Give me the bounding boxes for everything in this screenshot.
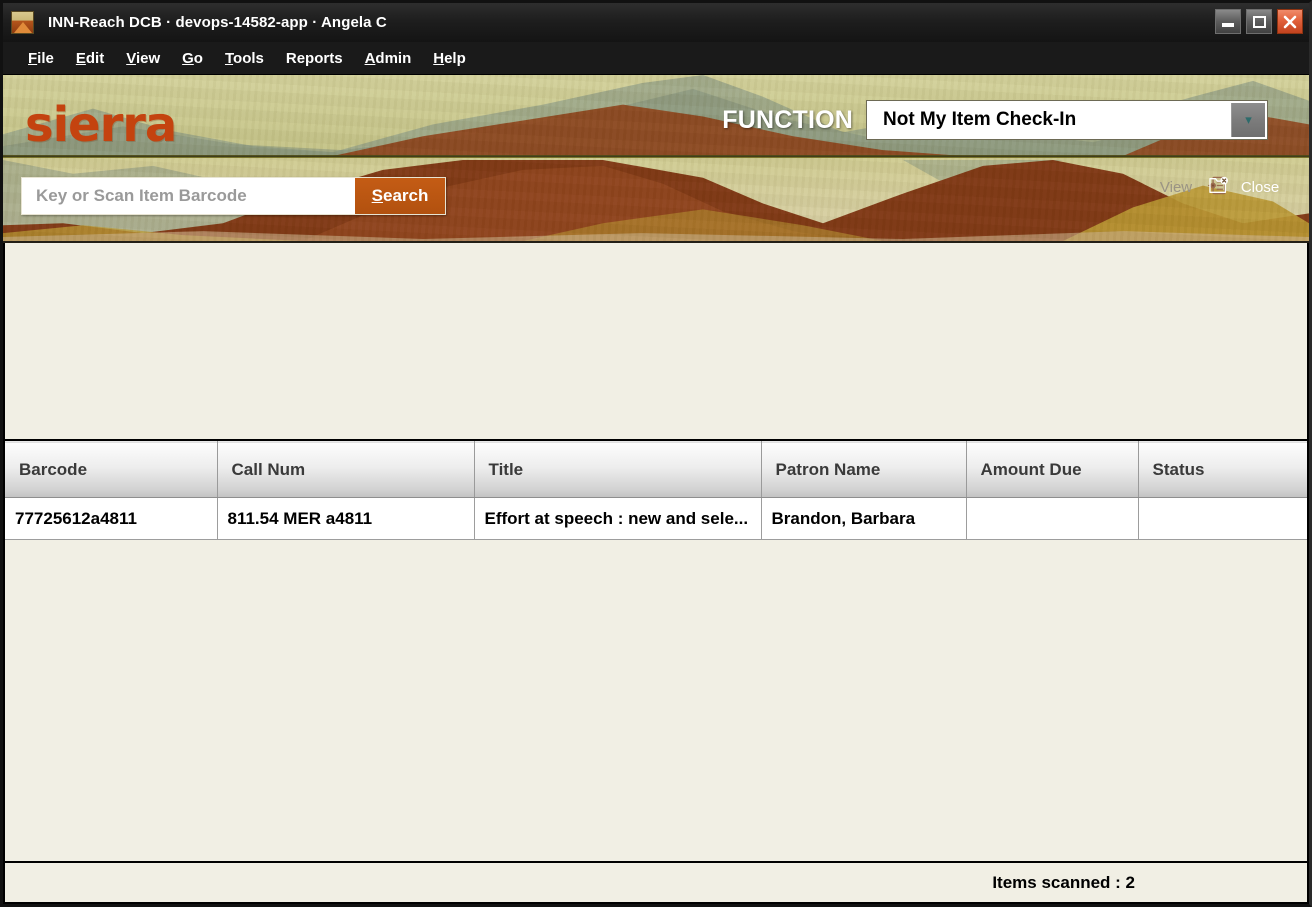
sierra-banner: sierra FUNCTION Not My Item Check-In ▾ S… xyxy=(3,75,1309,243)
mountain-landscape-graphic xyxy=(3,75,1309,241)
close-tool-button[interactable]: Close xyxy=(1209,175,1287,196)
column-header-call-num[interactable]: Call Num xyxy=(217,441,475,498)
sierra-logo: sierra xyxy=(25,97,177,153)
table-row[interactable]: 77725612a4811 811.54 MER a4811 Effort at… xyxy=(5,497,1307,540)
minimize-button[interactable] xyxy=(1215,9,1241,34)
menu-label-reports: Reports xyxy=(285,49,343,67)
close-icon xyxy=(1283,15,1297,28)
menu-item-go[interactable]: Go xyxy=(171,46,214,71)
menu-label-file-rest: ile xyxy=(37,49,54,67)
banner-divider xyxy=(3,155,1309,158)
search-input[interactable] xyxy=(22,178,355,214)
search-bar: Search xyxy=(21,177,446,215)
function-selector-area: FUNCTION Not My Item Check-In ▾ xyxy=(722,101,1267,139)
search-button[interactable]: Search xyxy=(355,178,445,214)
menu-label-admin-rest: dmin xyxy=(375,49,412,67)
window-title: INN-Reach DCB · devops-14582-app · Angel… xyxy=(48,14,387,31)
menu-label-view-rest: iew xyxy=(135,49,161,67)
banner-toolbar: View Close xyxy=(1149,175,1287,196)
folder-close-icon xyxy=(1209,176,1229,193)
menu-item-admin[interactable]: Admin xyxy=(354,46,423,71)
table-header-row: Barcode Call Num Title Patron Name Amoun… xyxy=(5,441,1307,498)
menu-label-go-rest: o xyxy=(193,49,203,67)
column-header-barcode[interactable]: Barcode xyxy=(5,441,218,498)
close-button[interactable] xyxy=(1277,9,1303,34)
application-window: INN-Reach DCB · devops-14582-app · Angel… xyxy=(0,0,1312,907)
column-header-status[interactable]: Status xyxy=(1138,441,1307,498)
maximize-button[interactable] xyxy=(1246,9,1272,34)
cell-amount-due xyxy=(966,497,1139,540)
mountain-icon xyxy=(11,11,34,34)
menu-item-tools[interactable]: Tools xyxy=(214,46,275,71)
menu-item-view[interactable]: View xyxy=(115,46,171,71)
upper-blank-panel xyxy=(5,243,1307,441)
cell-call-num: 811.54 MER a4811 xyxy=(217,497,475,540)
window-controls xyxy=(1215,9,1303,34)
scanned-items-table-container: Barcode Call Num Title Patron Name Amoun… xyxy=(5,441,1307,862)
menu-label-edit-rest: dit xyxy=(85,49,105,67)
menu-item-file[interactable]: File xyxy=(17,46,65,71)
menu-label-help-rest: elp xyxy=(444,49,466,67)
function-label: FUNCTION xyxy=(722,105,853,134)
column-header-patron-name[interactable]: Patron Name xyxy=(761,441,967,498)
function-dropdown[interactable]: Not My Item Check-In ▾ xyxy=(867,101,1267,139)
maximize-icon xyxy=(1252,15,1266,28)
menu-item-edit[interactable]: Edit xyxy=(65,46,115,71)
menu-label-tools-rest: ools xyxy=(233,49,264,67)
cell-patron-name: Brandon, Barbara xyxy=(761,497,967,540)
menu-bar: File Edit View Go Tools Reports Admin He… xyxy=(3,42,1309,75)
function-dropdown-value: Not My Item Check-In xyxy=(883,109,1077,130)
table-empty-space xyxy=(5,540,1307,861)
menu-item-help[interactable]: Help xyxy=(422,46,477,71)
cell-status xyxy=(1138,497,1307,540)
menu-item-reports[interactable]: Reports xyxy=(275,46,354,71)
items-scanned-status: Items scanned : 2 xyxy=(992,872,1135,892)
title-bar: INN-Reach DCB · devops-14582-app · Angel… xyxy=(3,3,1309,42)
column-header-title[interactable]: Title xyxy=(474,441,762,498)
content-area: Barcode Call Num Title Patron Name Amoun… xyxy=(3,243,1309,862)
column-header-amount-due[interactable]: Amount Due xyxy=(966,441,1139,498)
scanned-items-table: Barcode Call Num Title Patron Name Amoun… xyxy=(5,441,1307,540)
cell-title: Effort at speech : new and sele... xyxy=(474,497,762,540)
minimize-icon xyxy=(1222,23,1234,27)
cell-barcode: 77725612a4811 xyxy=(5,497,218,540)
chevron-down-icon[interactable]: ▾ xyxy=(1231,103,1265,137)
status-bar: Items scanned : 2 xyxy=(3,862,1309,904)
